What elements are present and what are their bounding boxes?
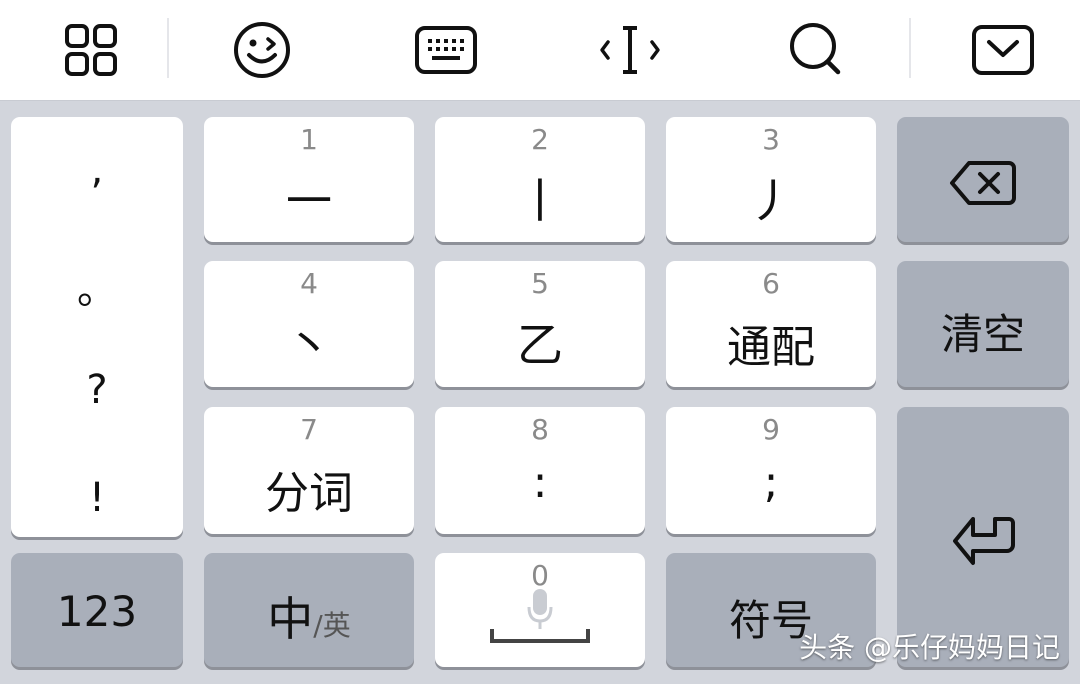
cursor-move-button[interactable] (570, 0, 690, 100)
grid-icon (65, 24, 117, 76)
key-6[interactable]: 6 通配 (666, 261, 876, 387)
key-number: 3 (762, 123, 780, 156)
key-number: 1 (300, 123, 318, 156)
key-2[interactable]: 2 丨 (435, 117, 645, 242)
key-number: 9 (762, 413, 780, 446)
punct-period[interactable]: 。 (11, 257, 183, 315)
key-label: 丶 (286, 318, 332, 372)
key-label: 丨 (517, 174, 563, 228)
key-number: 7 (300, 413, 318, 446)
watermark-text: 头条 @乐仔妈妈日记 (799, 631, 1060, 664)
key-label: 乙 (517, 318, 563, 372)
toolbar-separator (909, 18, 911, 78)
key-3[interactable]: 3 丿 (666, 117, 876, 242)
microphone-icon (527, 589, 553, 629)
key-9[interactable]: 9 ; (666, 407, 876, 534)
keyboard-icon (415, 26, 477, 74)
keyboard-toolbar (0, 0, 1080, 101)
key-number: 6 (762, 267, 780, 300)
grid-button[interactable] (31, 0, 151, 100)
key-5[interactable]: 5 乙 (435, 261, 645, 387)
number-mode-key[interactable]: 123 (11, 553, 183, 667)
emoji-icon (234, 22, 290, 78)
toolbar-separator (167, 18, 169, 78)
search-icon (790, 23, 841, 75)
hide-keyboard-button[interactable] (943, 0, 1063, 100)
language-switch-key[interactable]: 中/英 (204, 553, 414, 667)
punct-question[interactable]: ? (11, 367, 183, 413)
key-number: 4 (300, 267, 318, 300)
number-mode-label: 123 (56, 587, 138, 636)
search-button[interactable] (756, 0, 876, 100)
keyboard-panel: , 。 ? ! 1 一 2 丨 3 丿 4 丶 5 乙 6 通配 清空 7 分词… (0, 101, 1080, 684)
key-number: 2 (531, 123, 549, 156)
key-number: 5 (531, 267, 549, 300)
emoji-button[interactable] (202, 0, 322, 100)
cursor-move-icon (600, 26, 660, 74)
key-label: ; (763, 457, 779, 508)
backspace-icon (950, 161, 1016, 205)
key-label: 分词 (265, 468, 353, 519)
keyboard-switch-button[interactable] (386, 0, 506, 100)
key-label: : (532, 457, 548, 508)
key-label: 一 (286, 174, 332, 228)
punctuation-column[interactable]: , 。 ? ! (11, 117, 183, 537)
clear-key[interactable]: 清空 (897, 261, 1069, 387)
key-1[interactable]: 1 一 (204, 117, 414, 242)
lang-sub-label: /英 (313, 609, 351, 642)
punct-comma[interactable]: , (11, 147, 183, 193)
hide-keyboard-icon (972, 25, 1034, 75)
key-7[interactable]: 7 分词 (204, 407, 414, 534)
key-label: 通配 (727, 322, 815, 373)
key-4[interactable]: 4 丶 (204, 261, 414, 387)
delete-key[interactable] (897, 117, 1069, 242)
lang-main-label: 中 (267, 592, 314, 646)
key-8[interactable]: 8 : (435, 407, 645, 534)
punct-exclamation[interactable]: ! (11, 475, 183, 521)
language-switch-label: 中/英 (204, 583, 414, 649)
space-key[interactable]: 0 (435, 553, 645, 667)
clear-label: 清空 (940, 310, 1025, 359)
space-icon (490, 629, 590, 643)
return-icon (953, 517, 1015, 565)
key-number: 8 (531, 413, 549, 446)
key-label: 丿 (748, 174, 794, 228)
